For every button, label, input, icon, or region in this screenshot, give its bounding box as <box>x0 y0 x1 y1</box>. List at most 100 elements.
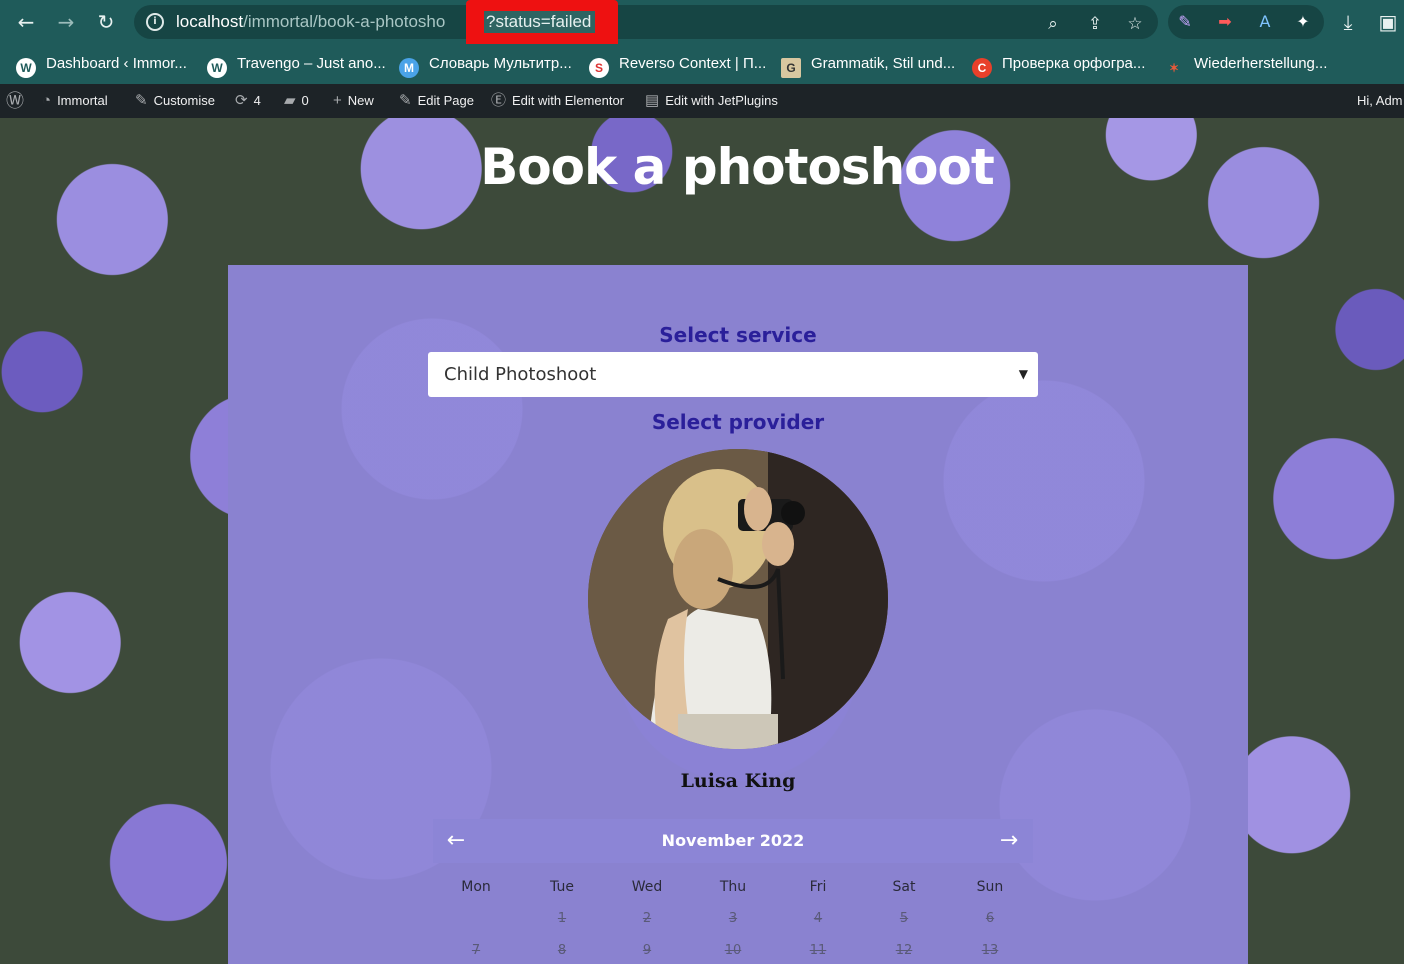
calendar-day: 3 <box>728 911 738 926</box>
extensions-area: ✎ ➡ A ✦ <box>1168 5 1324 39</box>
calendar-day: 4 <box>813 911 823 926</box>
url-host: localhost <box>176 12 244 31</box>
reload-icon[interactable]: ↻ <box>92 8 120 36</box>
calendar-week-row: 7 8 9 10 11 12 13 <box>433 935 1033 964</box>
provider-photo <box>588 449 888 749</box>
calendar-month: November 2022 <box>661 831 805 850</box>
back-arrow-icon[interactable]: ← <box>12 8 40 36</box>
calendar-day: 10 <box>724 943 742 958</box>
pencil-icon: ✎ <box>399 92 412 109</box>
comment-icon: ▰ <box>284 92 296 109</box>
url-path: /immortal/book-a-photosho <box>243 12 446 31</box>
calendar-day: 13 <box>981 943 999 958</box>
wp-admin-bar: Ⓦ ◔ Immortal ✎ Customise ⟳ 4 ▰ 0 + New ✎ Edit … <box>0 84 1404 118</box>
bookmark-label: Wiederherstellung... <box>1194 55 1328 72</box>
restore-icon: ✶ <box>1168 61 1180 75</box>
calendar-day: 6 <box>985 911 995 926</box>
wp-logo-icon[interactable]: Ⓦ <box>6 84 30 118</box>
translate-extension-icon[interactable]: A <box>1254 11 1276 33</box>
calendar-grid: Mon Tue Wed Thu Fri Sat Sun 1 2 3 4 5 6 … <box>433 871 1033 964</box>
provider-avatar[interactable] <box>588 449 888 749</box>
service-label: Select service <box>659 323 817 347</box>
browser-toolbar: ← → ↻ i localhost/immortal/book-a-photos… <box>0 0 1404 52</box>
bookmark-grammatik[interactable]: G Grammatik, Stil und... <box>781 52 956 78</box>
side-panel-icon[interactable]: ▣ <box>1374 8 1402 36</box>
wordpress-icon: W <box>16 58 36 78</box>
calendar-day: 7 <box>471 943 481 958</box>
brush-icon: ✎ <box>135 92 148 109</box>
calendar-day: 8 <box>557 943 567 958</box>
feather-extension-icon[interactable]: ✎ <box>1174 11 1196 33</box>
bookmark-travengo[interactable]: W Travengo – Just ano... <box>207 52 386 78</box>
provider-label: Select provider <box>651 410 825 434</box>
calendar-day: 2 <box>642 911 652 926</box>
new-content-link[interactable]: + New <box>333 84 374 118</box>
calendar-day: 12 <box>895 943 913 958</box>
weekday-fri: Fri <box>809 879 827 895</box>
calendar-day: 5 <box>899 911 909 926</box>
calendar-week-row: 1 2 3 4 5 6 <box>433 903 1033 935</box>
bookmark-label: Dashboard ‹ Immor... <box>46 55 187 72</box>
bookmark-label: Проверка орфогра... <box>1002 55 1146 72</box>
updates-icon: ⟳ <box>235 92 248 109</box>
bookmark-label: Travengo – Just ano... <box>237 55 386 72</box>
weekday-mon: Mon <box>461 879 491 895</box>
provider-name: Luisa King <box>680 770 796 792</box>
site-name-link[interactable]: ◔ Immortal <box>42 84 108 118</box>
weekday-tue: Tue <box>550 879 574 895</box>
updates-link[interactable]: ⟳ 4 <box>235 84 261 118</box>
address-bar[interactable]: i localhost/immortal/book-a-photosho ⌕ ⇪… <box>134 5 1158 39</box>
bookmark-multitran[interactable]: M Словарь Мультитр... <box>399 52 572 78</box>
calendar-day: 9 <box>642 943 652 958</box>
url-text[interactable]: localhost/immortal/book-a-photosho <box>176 5 476 39</box>
calendar-day: 1 <box>557 911 567 926</box>
plus-icon: + <box>333 92 342 109</box>
service-select[interactable]: Child Photoshoot ▼ <box>428 352 1038 397</box>
calendar-weekday-row: Mon Tue Wed Thu Fri Sat Sun <box>433 871 1033 903</box>
weekday-sun: Sun <box>976 879 1004 895</box>
bookmark-label: Словарь Мультитр... <box>429 55 572 72</box>
arrow-extension-icon[interactable]: ➡ <box>1214 11 1236 33</box>
next-month-arrow-icon[interactable]: → <box>994 819 1024 863</box>
jetplugins-link[interactable]: ▤ Edit with JetPlugins <box>645 84 778 118</box>
zoom-icon[interactable]: ⌕ <box>1042 13 1064 35</box>
dashboard-icon: ◔ <box>42 92 52 109</box>
bookmark-spellcheck[interactable]: C Проверка орфогра... <box>972 52 1146 78</box>
spellcheck-icon: C <box>972 58 992 78</box>
weekday-sat: Sat <box>892 879 916 895</box>
bookmark-label: Grammatik, Stil und... <box>811 55 956 72</box>
site-info-icon[interactable]: i <box>146 13 164 31</box>
forward-arrow-icon[interactable]: → <box>52 8 80 36</box>
elementor-icon: Ⓔ <box>491 92 507 109</box>
weekday-thu: Thu <box>719 879 747 895</box>
download-icon[interactable]: ⤓ <box>1334 8 1362 36</box>
multitran-icon: M <box>399 58 419 78</box>
grammatik-icon: G <box>781 58 801 78</box>
bookmarks-bar: W Dashboard ‹ Immor... W Travengo – Just a… <box>0 44 1404 84</box>
bookmark-label: Reverso Context | П... <box>619 55 767 72</box>
prev-month-arrow-icon[interactable]: ← <box>441 819 471 863</box>
page-background: Book a photoshoot Select service Child P… <box>0 118 1404 964</box>
service-select-value: Child Photoshoot <box>444 364 597 385</box>
weekday-wed: Wed <box>631 879 663 895</box>
bookmark-dashboard[interactable]: W Dashboard ‹ Immor... <box>16 52 187 78</box>
calendar-day: 11 <box>809 943 827 958</box>
share-icon[interactable]: ⇪ <box>1084 13 1106 35</box>
account-greeting[interactable]: Hi, Adm <box>1357 84 1403 118</box>
comments-link[interactable]: ▰ 0 <box>284 84 309 118</box>
page-title: Book a photoshoot <box>480 138 995 196</box>
puzzle-extensions-icon[interactable]: ✦ <box>1292 11 1314 33</box>
jet-icon: ▤ <box>645 92 660 109</box>
bookmark-star-icon[interactable]: ☆ <box>1124 13 1146 35</box>
booking-form-panel: Select service Child Photoshoot ▼ Select… <box>228 265 1248 964</box>
calendar-day <box>433 903 519 935</box>
elementor-link[interactable]: Ⓔ Edit with Elementor <box>491 84 624 118</box>
bookmark-reverso[interactable]: S Reverso Context | П... <box>589 52 767 78</box>
wordpress-icon: W <box>207 58 227 78</box>
bookmark-restore[interactable]: ✶ Wiederherstellung... <box>1164 52 1327 76</box>
edit-page-link[interactable]: ✎ Edit Page <box>399 84 474 118</box>
customise-link[interactable]: ✎ Customise <box>135 84 215 118</box>
reverso-icon: S <box>589 58 609 78</box>
url-query: ?status=failed <box>484 11 596 33</box>
chevron-down-icon: ▼ <box>1018 367 1028 381</box>
